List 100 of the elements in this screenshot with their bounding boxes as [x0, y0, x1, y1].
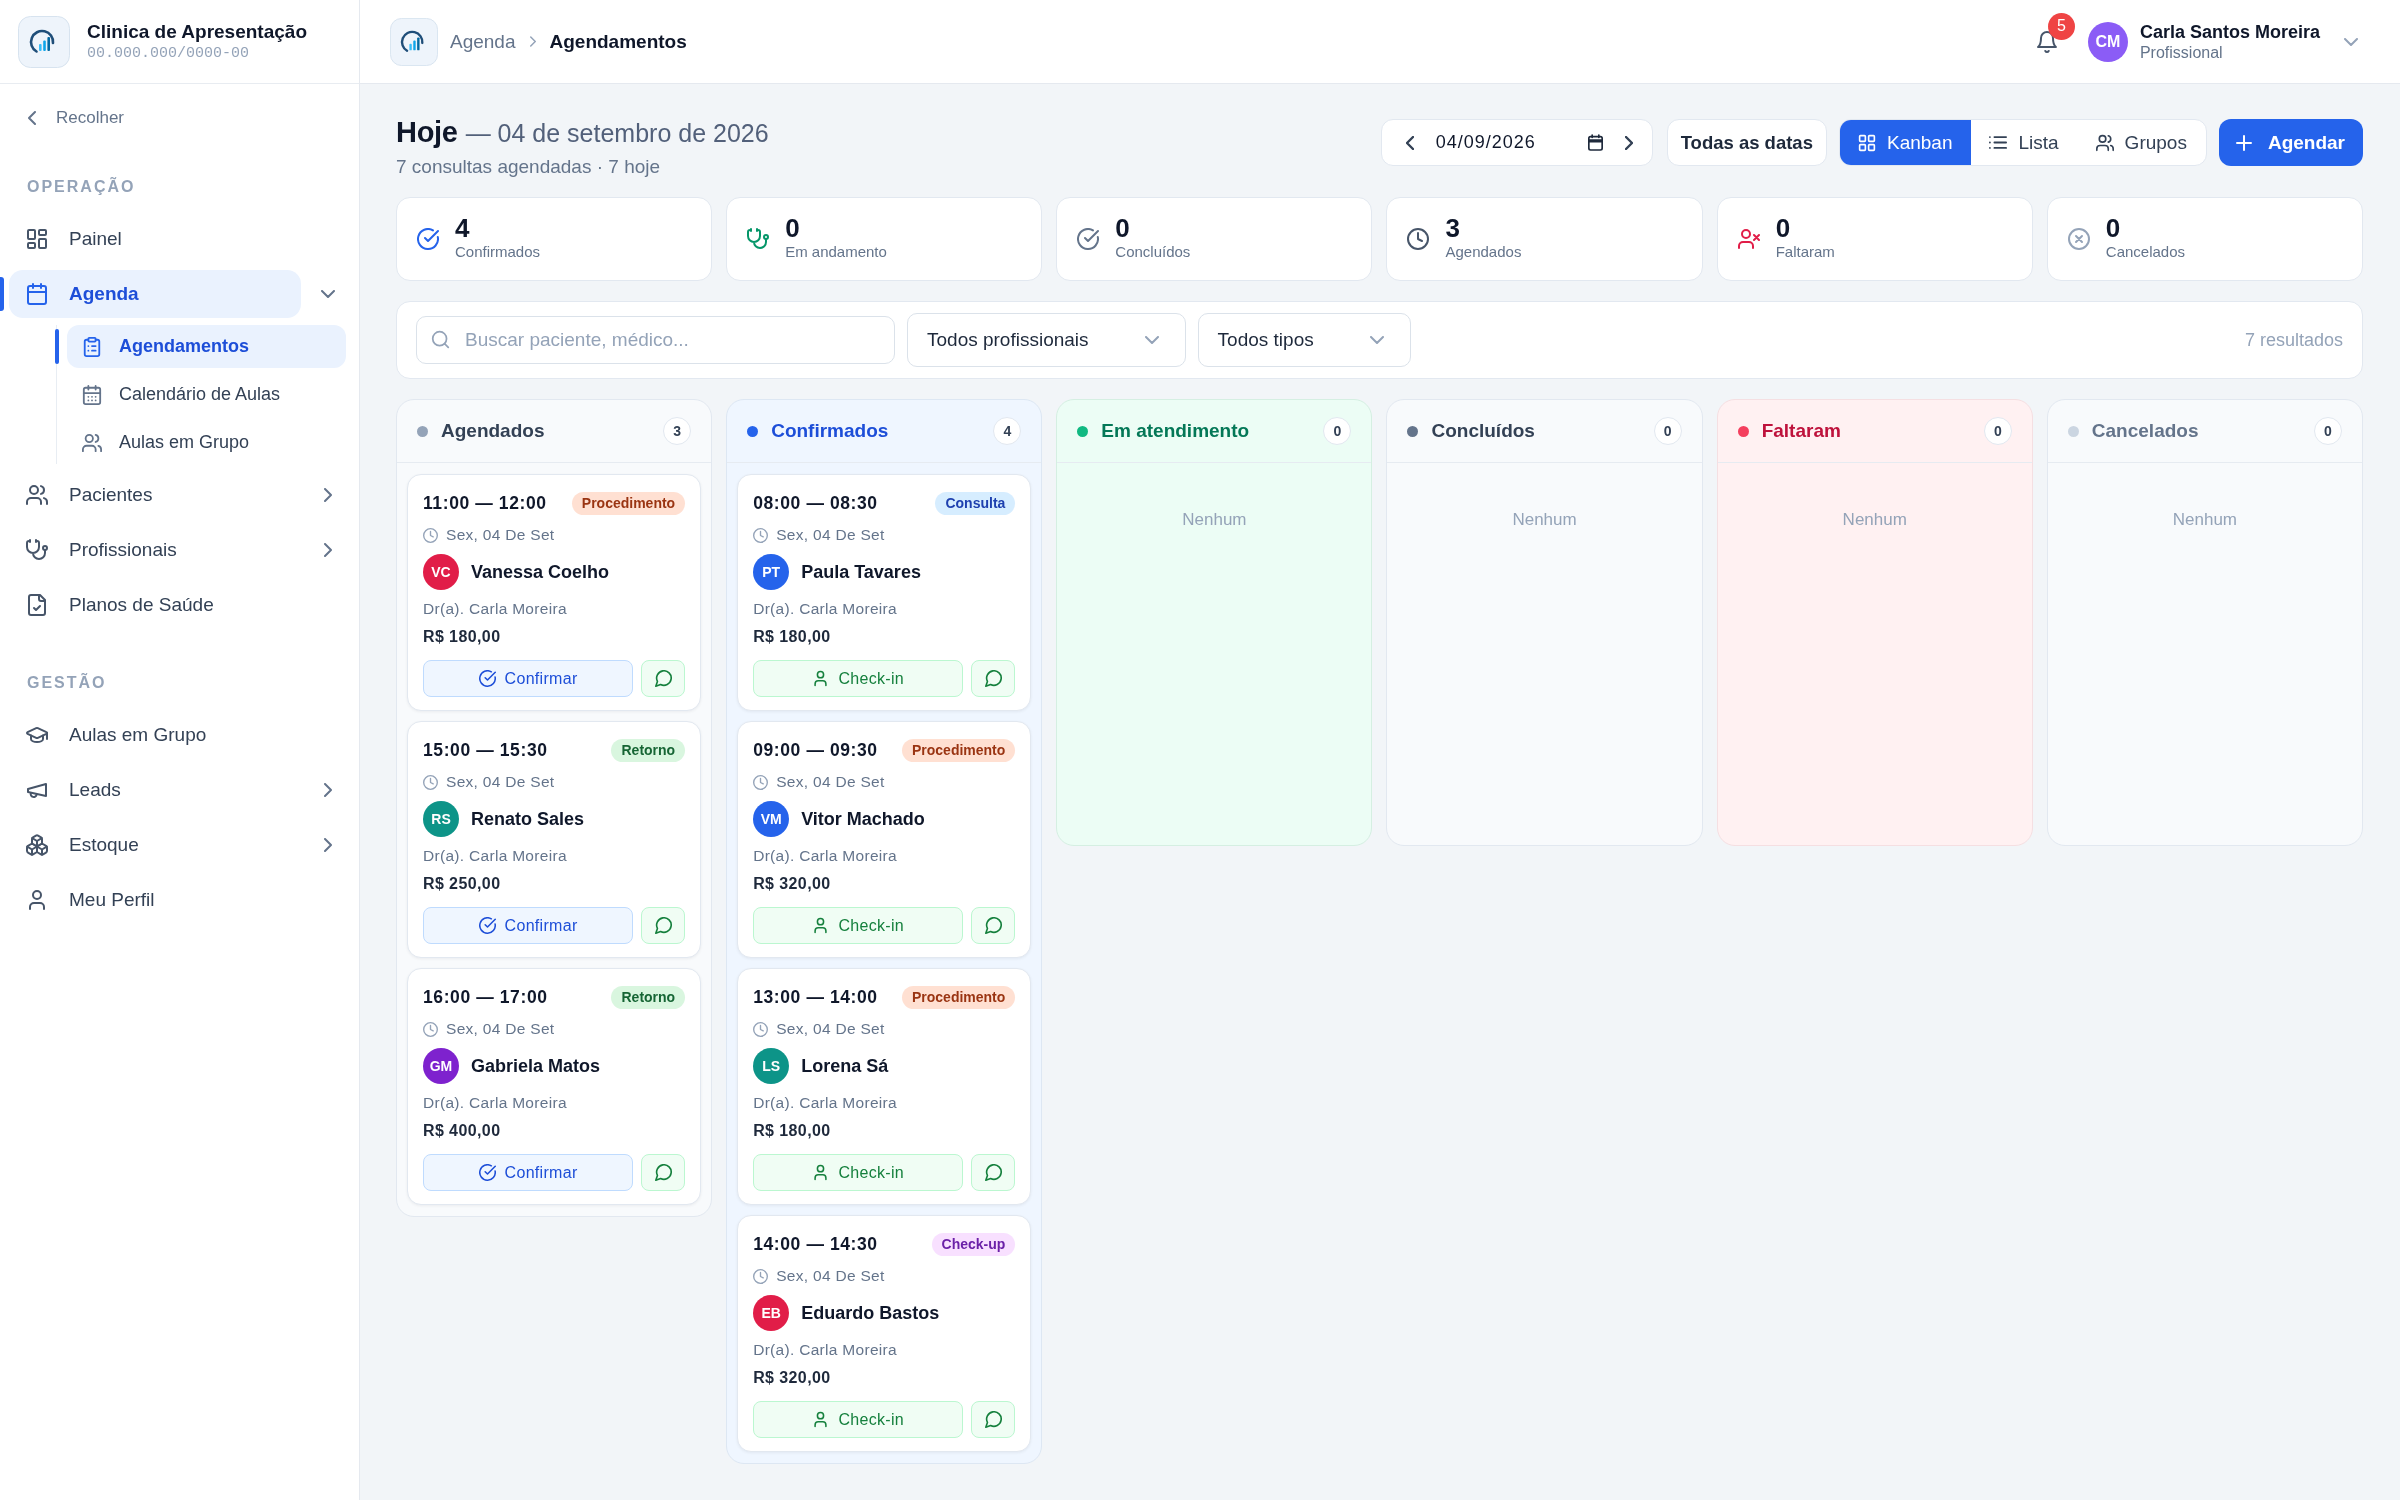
appointment-card[interactable]: 14:00 — 14:30 Check-up Sex, 04 De Set EB Eduardo Bastos Dr(a). Carla Moreira R$ 320,00 Check-in: [737, 1215, 1032, 1452]
column-title: Concluídos: [1431, 420, 1535, 442]
column-title: Faltaram: [1761, 420, 1841, 442]
chevron-right-icon[interactable]: [1624, 135, 1633, 150]
message-button[interactable]: [641, 907, 686, 944]
chat-bubble-icon: [984, 670, 1002, 687]
result-count: 7 resultados: [2244, 329, 2343, 351]
chevron-right-icon[interactable]: [324, 488, 332, 502]
appointment-price: R$ 320,00: [753, 874, 831, 894]
calendar-icon: [26, 283, 48, 305]
users-icon: [26, 484, 48, 506]
nav-item[interactable]: Painel: [9, 215, 301, 263]
appointment-time: 15:00 — 15:30: [423, 739, 548, 761]
chevron-down-icon[interactable]: [2344, 37, 2358, 46]
appointment-card[interactable]: 15:00 — 15:30 Retorno Sex, 04 De Set RS Renato Sales Dr(a). Carla Moreira R$ 250,00 Confirmar: [407, 721, 702, 958]
view-tab[interactable]: Lista: [1971, 120, 2078, 165]
clock-icon: [1407, 228, 1430, 250]
confirm-button[interactable]: Confirmar: [423, 660, 634, 697]
graduation-cap-icon: [26, 724, 48, 746]
appointment-price: R$ 180,00: [423, 627, 501, 647]
appointment-price: R$ 320,00: [753, 1368, 831, 1388]
nav-item[interactable]: Profissionais: [9, 526, 301, 574]
chevron-down-icon: [1369, 336, 1384, 344]
appointment-card[interactable]: 08:00 — 08:30 Consulta Sex, 04 De Set PT Paula Tavares Dr(a). Carla Moreira R$ 180,00 Check-in: [737, 474, 1032, 711]
message-button[interactable]: [641, 660, 686, 697]
check-in-button[interactable]: Check-in: [753, 1401, 964, 1438]
nav-subitem[interactable]: Agendamentos: [67, 325, 346, 368]
chevron-right-icon[interactable]: [324, 783, 332, 797]
patient-name: Paula Tavares: [801, 561, 921, 583]
appointment-date: Sex, 04 De Set: [446, 773, 555, 791]
stat-label: Confirmados: [455, 243, 541, 261]
chevron-down-icon[interactable]: [321, 290, 335, 298]
appointment-card[interactable]: 09:00 — 09:30 Procedimento Sex, 04 De Set VM Vitor Machado Dr(a). Carla Moreira R$ 320,00 Check-in: [737, 721, 1032, 958]
nav-item[interactable]: Leads: [9, 766, 301, 814]
logo-icon: [18, 15, 70, 68]
view-tab[interactable]: Grupos: [2077, 120, 2206, 165]
bell-icon[interactable]: [2035, 29, 2058, 54]
check-in-button[interactable]: Check-in: [753, 907, 964, 944]
view-tab[interactable]: Kanban: [1839, 120, 1972, 165]
schedule-button[interactable]: Agendar: [2218, 119, 2363, 166]
confirm-button[interactable]: Confirmar: [423, 1154, 634, 1191]
breadcrumb-link[interactable]: Agenda: [450, 30, 516, 53]
section-label: OPERAÇÃO: [27, 177, 136, 197]
users-icon: [2095, 133, 2114, 152]
user-name: Carla Santos Moreira: [2139, 20, 2320, 43]
appointment-type-tag: Retorno: [611, 738, 686, 762]
user-icon: [812, 1411, 830, 1428]
appointment-card[interactable]: 16:00 — 17:00 Retorno Sex, 04 De Set GM Gabriela Matos Dr(a). Carla Moreira R$ 400,00 Confirmar: [407, 968, 702, 1205]
appointment-date: Sex, 04 De Set: [776, 773, 885, 791]
message-button[interactable]: [971, 907, 1016, 944]
calendar-icon: [82, 384, 102, 405]
message-button[interactable]: [971, 1154, 1016, 1191]
nav-item[interactable]: Estoque: [9, 821, 301, 869]
nav-subitem[interactable]: Calendário de Aulas: [67, 373, 346, 416]
search-field[interactable]: Buscar paciente, médico...: [416, 316, 895, 364]
check-in-button[interactable]: Check-in: [753, 1154, 964, 1191]
appointment-date: Sex, 04 De Set: [776, 1267, 885, 1285]
document-check-icon: [26, 594, 48, 616]
chat-bubble-icon: [654, 670, 672, 687]
appointment-card[interactable]: 11:00 — 12:00 Procedimento Sex, 04 De Set VC Vanessa Coelho Dr(a). Carla Moreira R$ 180,00 Confirmar: [407, 474, 702, 711]
confirm-button[interactable]: Confirmar: [423, 907, 634, 944]
message-button[interactable]: [971, 660, 1016, 697]
stat-label: Faltaram: [1775, 243, 1835, 261]
empty-message: Nenhum: [2172, 510, 2238, 530]
nav-item[interactable]: Meu Perfil: [9, 876, 301, 924]
doctor-name: Dr(a). Carla Moreira: [753, 599, 897, 619]
chevron-right-icon[interactable]: [324, 838, 332, 852]
patient-avatar: GM: [423, 1048, 459, 1084]
column-title: Agendados: [441, 420, 545, 442]
patient-name: Lorena Sá: [801, 1055, 889, 1077]
nav-item[interactable]: Planos de Saúde: [9, 581, 301, 629]
message-button[interactable]: [971, 1401, 1016, 1438]
page-date: — 04 de setembro de 2026: [465, 120, 769, 146]
date-field[interactable]: 04/09/2026: [1435, 132, 1603, 153]
appointment-time: 09:00 — 09:30: [753, 739, 878, 761]
dashboard-icon: [26, 228, 48, 250]
chevron-left-icon[interactable]: [1405, 135, 1414, 150]
filter-dropdown[interactable]: Todos tipos: [1197, 313, 1411, 367]
logo-icon: [390, 17, 438, 66]
section-label: GESTÃO: [27, 673, 107, 693]
filter-dropdown[interactable]: Todos profissionais: [907, 313, 1186, 367]
stat-value: 3: [1445, 213, 1460, 243]
appointment-card[interactable]: 13:00 — 14:00 Procedimento Sex, 04 De Set LS Lorena Sá Dr(a). Carla Moreira R$ 180,00 Check-in: [737, 968, 1032, 1205]
patient-avatar: RS: [423, 801, 459, 837]
check-circle-icon: [478, 917, 496, 934]
patient-name: Renato Sales: [471, 808, 585, 830]
message-button[interactable]: [641, 1154, 686, 1191]
column-title: Cancelados: [2091, 420, 2199, 442]
collapse-button[interactable]: Recolher: [24, 103, 129, 133]
clock-icon: [753, 1268, 769, 1284]
chevron-right-icon[interactable]: [324, 543, 332, 557]
doctor-name: Dr(a). Carla Moreira: [753, 846, 897, 866]
nav-item[interactable]: Aulas em Grupo: [9, 711, 301, 759]
nav-item[interactable]: Agenda: [9, 270, 301, 318]
check-in-button[interactable]: Check-in: [753, 660, 964, 697]
user-avatar[interactable]: CM: [2087, 21, 2128, 62]
column-count: 4: [993, 417, 1022, 445]
all-dates-button[interactable]: Todas as datas: [1666, 119, 1827, 166]
nav-subitem[interactable]: Aulas em Grupo: [67, 421, 346, 464]
nav-item[interactable]: Pacientes: [9, 471, 301, 519]
